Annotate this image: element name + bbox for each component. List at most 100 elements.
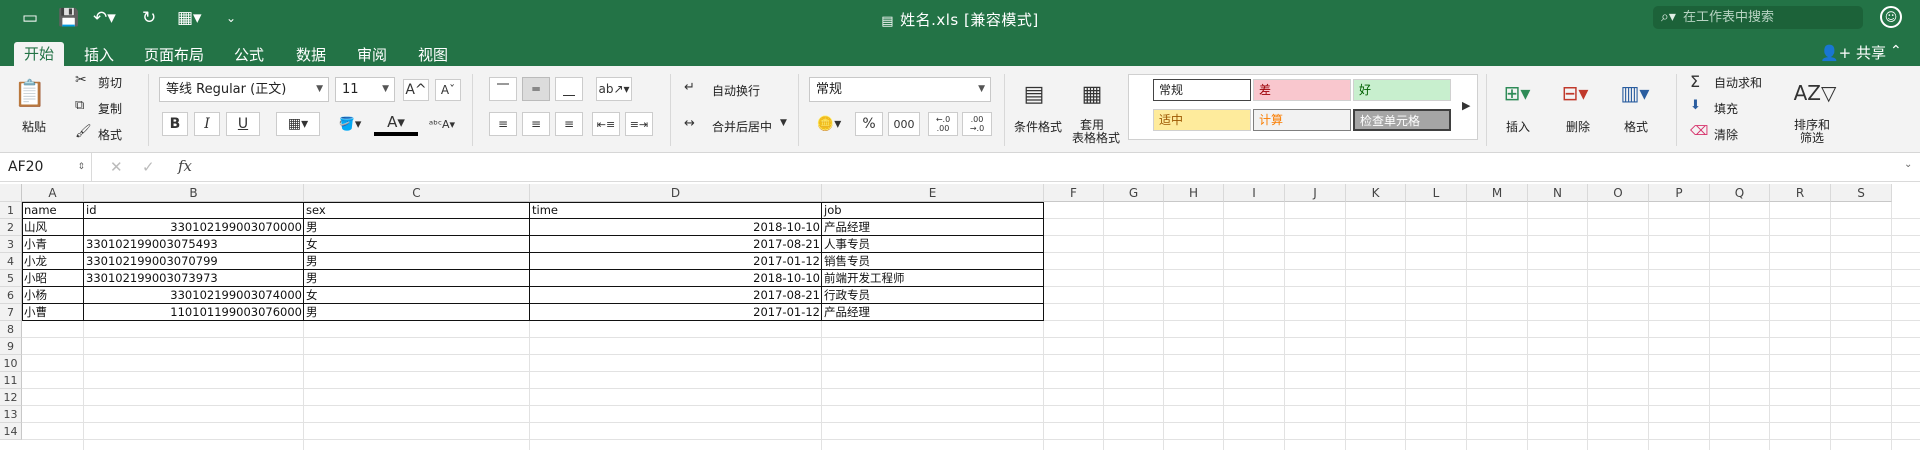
style-bad[interactable]: 差 (1253, 79, 1351, 101)
gallery-next-icon[interactable]: ▶ (1462, 99, 1470, 112)
tab-formulas[interactable]: 公式 (224, 44, 274, 66)
delete-cells-icon[interactable]: ⊟▾ (1552, 78, 1598, 108)
style-neutral[interactable]: 适中 (1153, 109, 1251, 131)
column-header-b[interactable]: B (84, 184, 304, 202)
insert-cells-button[interactable]: 插入 (1506, 118, 1530, 135)
cancel-icon[interactable]: ✕ (110, 158, 123, 176)
column-header-s[interactable]: S (1831, 184, 1892, 202)
row-header-5[interactable]: 5 (0, 270, 22, 287)
column-header-h[interactable]: H (1164, 184, 1224, 202)
row-header-10[interactable]: 10 (0, 355, 22, 372)
currency-icon[interactable]: 🪙▾ (811, 112, 847, 136)
row-header-4[interactable]: 4 (0, 253, 22, 270)
format-painter-button[interactable]: 格式 (98, 126, 122, 143)
column-header-p[interactable]: P (1649, 184, 1710, 202)
column-header-l[interactable]: L (1406, 184, 1467, 202)
copy-button[interactable]: 复制 (98, 100, 122, 117)
row-header-3[interactable]: 3 (0, 236, 22, 253)
row-header-2[interactable]: 2 (0, 219, 22, 236)
column-header-r[interactable]: R (1770, 184, 1831, 202)
thousands-button[interactable]: 000 (888, 112, 920, 136)
font-size-select[interactable]: 11 ▼ (335, 77, 395, 102)
tab-view[interactable]: 视图 (408, 44, 458, 66)
row-header-1[interactable]: 1 (0, 202, 22, 219)
delete-cells-button[interactable]: 删除 (1566, 118, 1590, 135)
sort-filter-icon[interactable]: AZ▽ (1792, 76, 1838, 110)
row-header-6[interactable]: 6 (0, 287, 22, 304)
fill-button[interactable]: 填充 (1714, 100, 1738, 117)
column-header-i[interactable]: I (1224, 184, 1285, 202)
row-header-9[interactable]: 9 (0, 338, 22, 355)
column-header-o[interactable]: O (1588, 184, 1649, 202)
decrease-indent-icon[interactable]: ⇤≡ (592, 112, 620, 136)
cut-button[interactable]: 剪切 (98, 74, 122, 91)
increase-indent-icon[interactable]: ≡⇥ (625, 112, 653, 136)
row-header-7[interactable]: 7 (0, 304, 22, 321)
name-box[interactable]: AF20 ⇕ (0, 153, 92, 181)
increase-decimal-button[interactable]: ←.0 .00 (928, 112, 958, 136)
column-header-k[interactable]: K (1346, 184, 1406, 202)
orientation-icon[interactable]: ab↗▾ (596, 77, 632, 101)
autosum-button[interactable]: 自动求和 (1714, 74, 1762, 91)
column-header-c[interactable]: C (304, 184, 530, 202)
shrink-font-icon[interactable]: Aˇ (435, 79, 461, 101)
font-color-icon[interactable]: A▾ (374, 112, 418, 136)
paste-label[interactable]: 粘贴 (22, 118, 46, 135)
align-center-icon[interactable]: ≡ (522, 112, 550, 136)
format-cells-button[interactable]: 格式 (1624, 118, 1648, 135)
tab-home[interactable]: 开始 (14, 42, 65, 66)
column-header-f[interactable]: F (1044, 184, 1104, 202)
align-right-icon[interactable]: ≡ (555, 112, 583, 136)
feedback-smiley-icon[interactable]: ☺ (1880, 6, 1902, 28)
column-header-m[interactable]: M (1467, 184, 1528, 202)
collapse-ribbon-icon[interactable]: ⌃ (1890, 43, 1902, 59)
table-format-icon[interactable]: ▦ (1074, 78, 1110, 110)
phonetic-icon[interactable]: ᵃᵇᶜA▾ (420, 112, 464, 136)
decrease-decimal-button[interactable]: .00 →.0 (962, 112, 992, 136)
worksheet-grid[interactable]: A B C D E F G H I J K L M N O P Q R S 1 2 3 4 5 6 7 8 9 10 11 12 13 14 na… (0, 184, 1920, 450)
row-header-8[interactable]: 8 (0, 321, 22, 338)
row-header-12[interactable]: 12 (0, 389, 22, 406)
chevron-updown-icon[interactable]: ⇕ (77, 153, 85, 181)
align-middle-icon[interactable]: ═ (522, 77, 550, 101)
merge-center-button[interactable]: 合并后居中 (712, 118, 772, 135)
align-bottom-icon[interactable]: ⎽ (555, 77, 583, 101)
column-header-a[interactable]: A (22, 184, 84, 202)
row-header-13[interactable]: 13 (0, 406, 22, 423)
number-format-select[interactable]: 常规 ▼ (809, 77, 991, 102)
sort-filter-label-2[interactable]: 筛选 (1800, 129, 1824, 146)
conditional-format-icon[interactable]: ▤ (1016, 78, 1052, 110)
bold-button[interactable]: B (162, 112, 188, 136)
font-name-select[interactable]: 等线 Regular (正文) ▼ (159, 77, 329, 102)
formula-input[interactable] (206, 156, 1896, 178)
style-calculation[interactable]: 计算 (1253, 109, 1351, 131)
tab-review[interactable]: 审阅 (347, 44, 397, 66)
style-good[interactable]: 好 (1353, 79, 1451, 101)
tab-page-layout[interactable]: 页面布局 (134, 44, 214, 66)
paste-icon[interactable]: 📋 (12, 76, 48, 112)
style-normal[interactable]: 常规 (1153, 79, 1251, 101)
select-all-corner[interactable] (0, 184, 22, 202)
style-check-cell[interactable]: 检查单元格 (1353, 109, 1451, 131)
table-format-label-2[interactable]: 表格格式 (1072, 129, 1120, 146)
wrap-text-button[interactable]: 自动换行 (712, 82, 760, 99)
italic-button[interactable]: I (194, 112, 220, 136)
insert-function-icon[interactable]: fx (178, 157, 192, 175)
fill-color-icon[interactable]: 🪣▾ (330, 112, 370, 136)
tab-insert[interactable]: 插入 (74, 44, 124, 66)
insert-cells-icon[interactable]: ⊞▾ (1494, 78, 1540, 108)
tab-data[interactable]: 数据 (286, 44, 336, 66)
grow-font-icon[interactable]: A^ (403, 79, 429, 101)
row-header-14[interactable]: 14 (0, 423, 22, 440)
column-header-g[interactable]: G (1104, 184, 1164, 202)
column-header-n[interactable]: N (1528, 184, 1588, 202)
chevron-down-icon[interactable]: ▼ (780, 118, 787, 128)
column-header-j[interactable]: J (1285, 184, 1346, 202)
clear-button[interactable]: 清除 (1714, 126, 1738, 143)
enter-icon[interactable]: ✓ (142, 158, 155, 176)
share-button[interactable]: 👤+ 共享 (1820, 42, 1886, 63)
percent-button[interactable]: % (855, 112, 883, 136)
underline-button[interactable]: U (226, 112, 260, 136)
borders-icon[interactable]: ▦▾ (276, 112, 320, 136)
column-header-e[interactable]: E (822, 184, 1044, 202)
